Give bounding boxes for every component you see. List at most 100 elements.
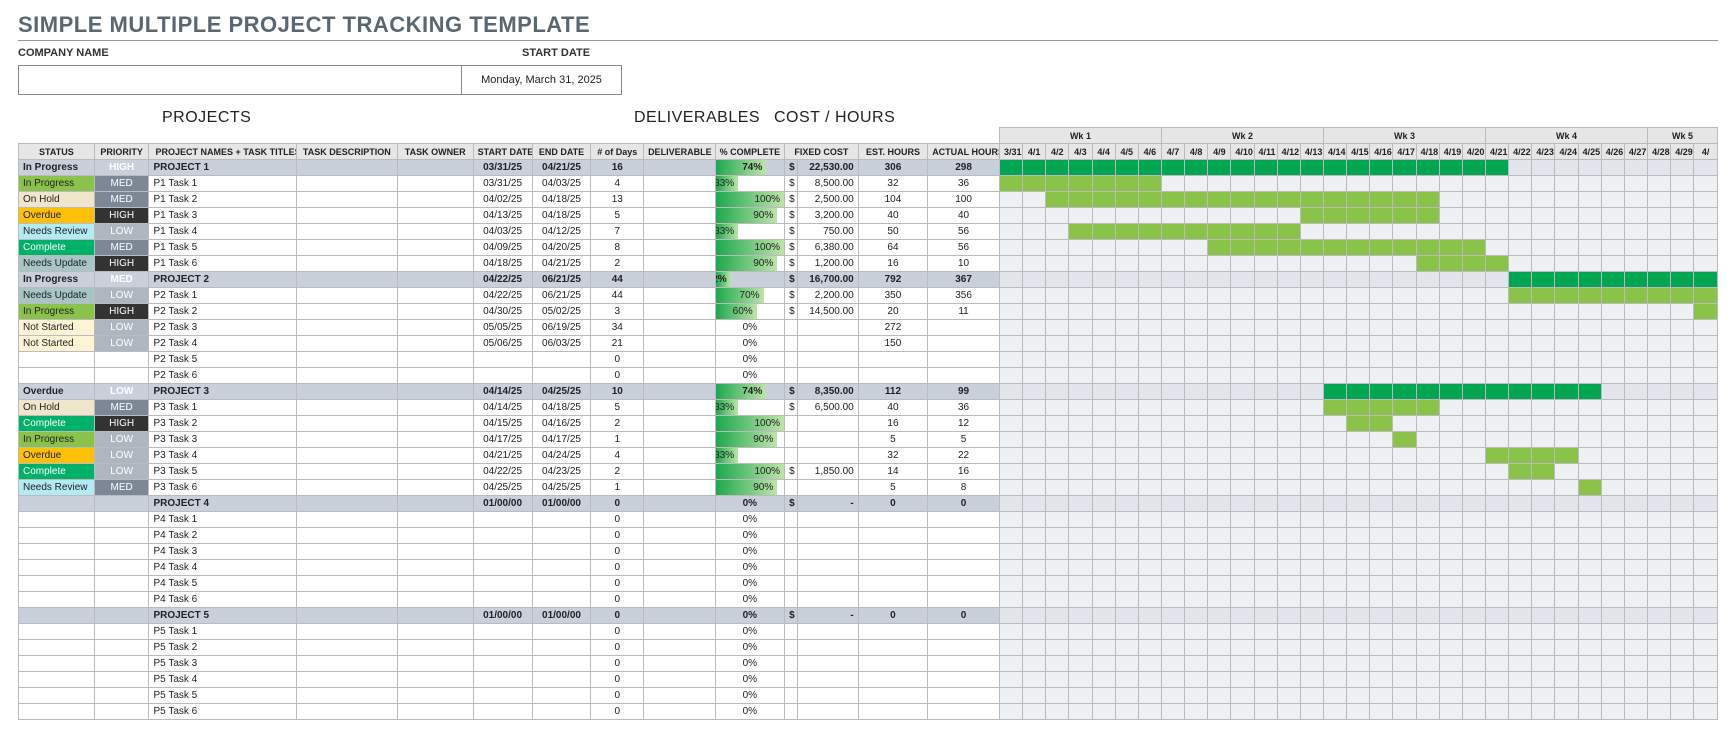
task-row[interactable]: P4 Task 600% [19, 592, 1718, 608]
pct-cell[interactable]: 100% [715, 464, 784, 480]
deliverable-cell[interactable] [644, 208, 716, 224]
end-cell[interactable] [532, 656, 591, 672]
start-cell[interactable]: 05/06/25 [473, 336, 532, 352]
cost-cell[interactable] [797, 368, 858, 384]
end-cell[interactable]: 04/12/25 [532, 224, 591, 240]
task-row[interactable]: CompleteMEDP1 Task 504/09/2504/20/258100… [19, 240, 1718, 256]
task-row[interactable]: Needs ReviewLOWP1 Task 404/03/2504/12/25… [19, 224, 1718, 240]
est-cell[interactable]: 20 [858, 304, 927, 320]
task-row[interactable]: P5 Task 600% [19, 704, 1718, 720]
status-cell[interactable] [19, 560, 95, 576]
cost-cell[interactable] [797, 624, 858, 640]
act-cell[interactable]: 8 [928, 480, 1000, 496]
priority-cell[interactable] [94, 608, 149, 624]
act-cell[interactable]: 356 [928, 288, 1000, 304]
desc-cell[interactable] [296, 528, 397, 544]
end-cell[interactable]: 06/19/25 [532, 320, 591, 336]
pct-cell[interactable]: 33% [715, 448, 784, 464]
priority-cell[interactable] [94, 592, 149, 608]
priority-cell[interactable] [94, 688, 149, 704]
status-cell[interactable]: In Progress [19, 160, 95, 176]
cost-cell[interactable]: - [797, 496, 858, 512]
days-cell[interactable]: 0 [591, 704, 644, 720]
pct-cell[interactable]: 22% [715, 272, 784, 288]
cost-cell[interactable]: 6,500.00 [797, 400, 858, 416]
start-cell[interactable]: 04/22/25 [473, 288, 532, 304]
name-cell[interactable]: P5 Task 6 [149, 704, 296, 720]
name-cell[interactable]: PROJECT 5 [149, 608, 296, 624]
desc-cell[interactable] [296, 624, 397, 640]
desc-cell[interactable] [296, 208, 397, 224]
pct-cell[interactable]: 90% [715, 208, 784, 224]
deliverable-cell[interactable] [644, 240, 716, 256]
owner-cell[interactable] [397, 224, 473, 240]
end-cell[interactable]: 05/02/25 [532, 304, 591, 320]
task-row[interactable]: Not StartedLOWP2 Task 405/06/2506/03/252… [19, 336, 1718, 352]
days-cell[interactable]: 16 [591, 160, 644, 176]
desc-cell[interactable] [296, 160, 397, 176]
days-cell[interactable]: 0 [591, 368, 644, 384]
status-cell[interactable]: In Progress [19, 304, 95, 320]
start-cell[interactable]: 04/02/25 [473, 192, 532, 208]
act-cell[interactable]: 99 [928, 384, 1000, 400]
status-cell[interactable]: Not Started [19, 320, 95, 336]
cost-cell[interactable]: 2,500.00 [797, 192, 858, 208]
est-cell[interactable]: 14 [858, 464, 927, 480]
deliverable-cell[interactable] [644, 400, 716, 416]
owner-cell[interactable] [397, 384, 473, 400]
priority-cell[interactable] [94, 656, 149, 672]
name-cell[interactable]: P1 Task 1 [149, 176, 296, 192]
end-cell[interactable]: 06/21/25 [532, 288, 591, 304]
priority-cell[interactable]: MED [94, 176, 149, 192]
days-cell[interactable]: 0 [591, 352, 644, 368]
desc-cell[interactable] [296, 368, 397, 384]
start-cell[interactable]: 03/31/25 [473, 160, 532, 176]
end-cell[interactable] [532, 544, 591, 560]
desc-cell[interactable] [296, 512, 397, 528]
start-cell[interactable] [473, 592, 532, 608]
desc-cell[interactable] [296, 672, 397, 688]
deliverable-cell[interactable] [644, 544, 716, 560]
est-cell[interactable]: 104 [858, 192, 927, 208]
end-cell[interactable] [532, 560, 591, 576]
cost-cell[interactable] [797, 352, 858, 368]
end-cell[interactable]: 06/03/25 [532, 336, 591, 352]
start-cell[interactable] [473, 656, 532, 672]
task-row[interactable]: P4 Task 200% [19, 528, 1718, 544]
owner-cell[interactable] [397, 304, 473, 320]
owner-cell[interactable] [397, 464, 473, 480]
owner-cell[interactable] [397, 208, 473, 224]
start-cell[interactable]: 04/25/25 [473, 480, 532, 496]
owner-cell[interactable] [397, 256, 473, 272]
deliverable-cell[interactable] [644, 336, 716, 352]
task-row[interactable]: Not StartedLOWP2 Task 305/05/2506/19/253… [19, 320, 1718, 336]
name-cell[interactable]: P1 Task 4 [149, 224, 296, 240]
status-cell[interactable]: Complete [19, 416, 95, 432]
status-cell[interactable]: Complete [19, 240, 95, 256]
owner-cell[interactable] [397, 320, 473, 336]
status-cell[interactable]: Needs Update [19, 288, 95, 304]
pct-cell[interactable]: 0% [715, 656, 784, 672]
name-cell[interactable]: P2 Task 4 [149, 336, 296, 352]
act-cell[interactable]: 36 [928, 176, 1000, 192]
est-cell[interactable]: 5 [858, 480, 927, 496]
est-cell[interactable]: 150 [858, 336, 927, 352]
days-cell[interactable]: 0 [591, 496, 644, 512]
act-cell[interactable] [928, 320, 1000, 336]
days-cell[interactable]: 0 [591, 624, 644, 640]
desc-cell[interactable] [296, 192, 397, 208]
pct-cell[interactable]: 70% [715, 288, 784, 304]
days-cell[interactable]: 0 [591, 608, 644, 624]
act-cell[interactable] [928, 352, 1000, 368]
end-cell[interactable] [532, 640, 591, 656]
desc-cell[interactable] [296, 320, 397, 336]
status-cell[interactable]: Overdue [19, 384, 95, 400]
end-cell[interactable]: 04/25/25 [532, 384, 591, 400]
cost-cell[interactable]: 8,500.00 [797, 176, 858, 192]
desc-cell[interactable] [296, 256, 397, 272]
desc-cell[interactable] [296, 336, 397, 352]
pct-cell[interactable]: 33% [715, 224, 784, 240]
est-cell[interactable] [858, 688, 927, 704]
owner-cell[interactable] [397, 416, 473, 432]
start-cell[interactable]: 04/22/25 [473, 464, 532, 480]
